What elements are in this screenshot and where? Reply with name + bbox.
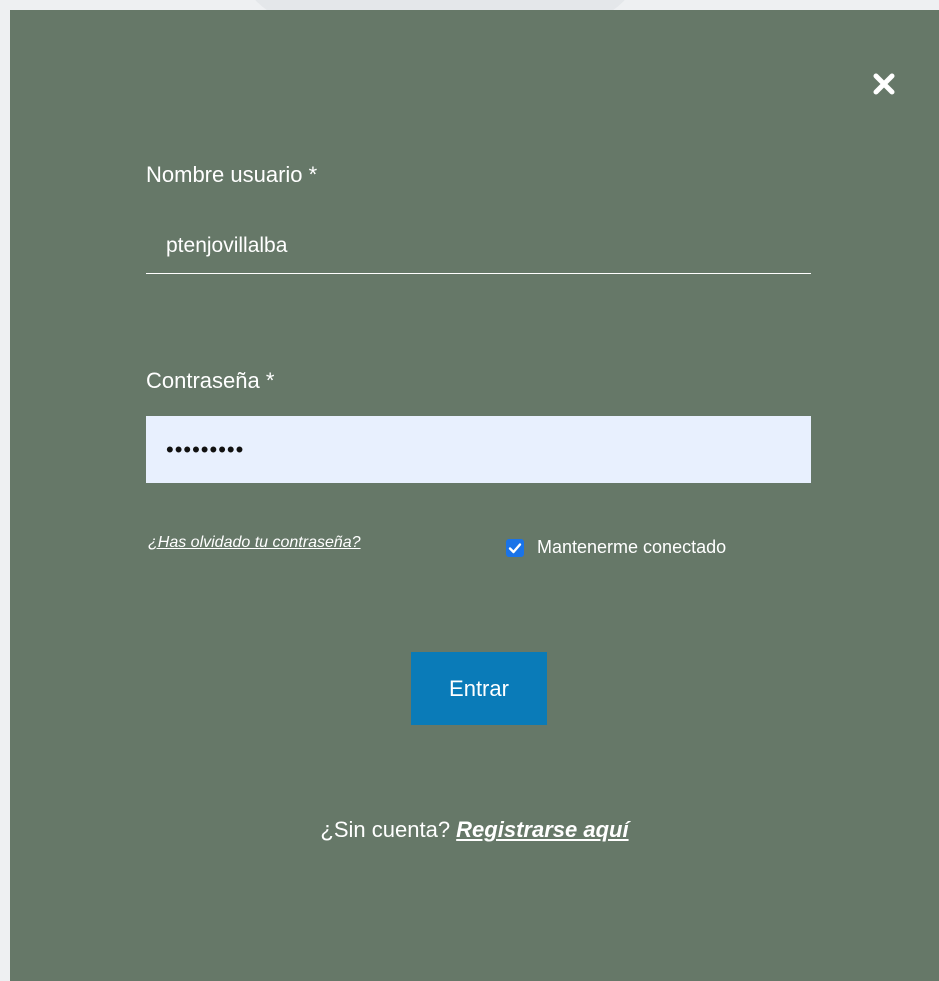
remember-me-label: Mantenerme conectado [537,537,727,557]
close-icon [873,73,895,95]
register-link[interactable]: Registrarse aquí [456,817,628,842]
close-button[interactable] [872,72,896,96]
no-account-text: ¿Sin cuenta? [320,817,457,842]
forgot-password-link[interactable]: ¿Has olvidado tu contraseña? [148,534,361,552]
username-label: Nombre usuario * [146,162,318,187]
register-prompt: ¿Sin cuenta? Registrarse aquí [10,817,939,843]
checkmark-icon [508,542,522,553]
password-input[interactable] [146,416,811,483]
login-modal: Nombre usuario * Contraseña * ¿Has olvid… [10,10,939,981]
remember-me: Mantenerme conectado [506,537,726,558]
password-label: Contraseña * [146,368,275,393]
remember-me-checkbox[interactable] [506,538,524,557]
submit-button[interactable]: Entrar [411,652,547,725]
username-input[interactable] [146,218,811,274]
